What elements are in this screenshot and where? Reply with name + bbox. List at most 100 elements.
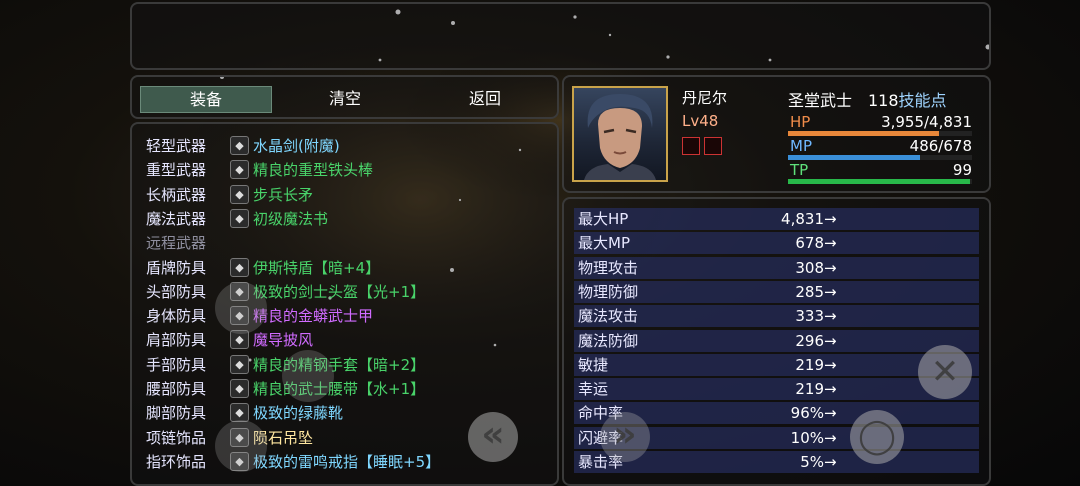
stat-value: 96% [790, 404, 824, 423]
mp-gauge-fill [788, 155, 920, 160]
equipment-item-name: 精良的武士腰带【水+1】 [253, 380, 426, 398]
hp-gauge-fill [788, 131, 939, 136]
equipment-item-name: 步兵长矛 [253, 185, 314, 204]
equipment-item-name: 水晶剑(附魔) [253, 137, 340, 155]
circle-icon: ◯ [857, 416, 897, 456]
tp-gauge: TP 99 [788, 161, 972, 184]
club-icon: ◆ [230, 160, 249, 180]
equipment-row[interactable]: 长柄武器 ◆ 步兵长矛 [146, 183, 556, 207]
stat-value: 285 [795, 282, 824, 301]
sword-icon: ◆ [230, 136, 249, 155]
page-right-button[interactable]: » [600, 412, 650, 462]
hp-label: HP [790, 113, 811, 131]
character-panel: 丹尼尔 Lv48 圣堂武士 118技能点 HP 3,955/4,831 MP 4… [562, 75, 991, 193]
stat-change-arrow: → [824, 355, 837, 374]
hp-gauge: HP 3,955/4,831 [788, 113, 972, 136]
stat-row: 物理防御 285 → [574, 280, 979, 303]
stat-value: 10% [790, 428, 824, 447]
stat-name: 最大HP [578, 210, 629, 228]
equipment-row[interactable]: 腰部防具 ◆ 精良的武士腰带【水+1】 [146, 377, 556, 401]
equipment-row[interactable]: 手部防具 ◆ 精良的精钢手套【暗+2】 [146, 353, 556, 377]
stat-value: 219 [795, 355, 824, 374]
dpad-up-button[interactable] [215, 282, 267, 334]
equipment-item-name: 伊斯特盾【暗+4】 [253, 258, 381, 277]
equipment-item-name: 精良的金蟒武士甲 [253, 307, 374, 326]
stat-name: 物理攻击 [578, 258, 639, 277]
stat-change-arrow: → [824, 258, 837, 277]
equipment-slot-label: 头部防具 [146, 282, 207, 301]
equipment-row[interactable]: 轻型武器 ◆ 水晶剑(附魔) [146, 134, 556, 158]
stat-value: 219 [795, 380, 824, 399]
stat-value: 333 [795, 307, 824, 326]
equipment-slot-label: 魔法武器 [146, 209, 207, 228]
equipment-slot-label: 腰部防具 [146, 380, 207, 398]
equipment-slot-label: 长柄武器 [146, 185, 207, 204]
status-effect-icon[interactable] [682, 137, 700, 155]
character-level: Lv48 [682, 112, 719, 130]
equipment-slot-label: 盾牌防具 [146, 258, 207, 277]
equipment-slot-label: 项链饰品 [146, 428, 207, 447]
double-chevron-left-icon: « [481, 414, 505, 455]
equipment-slot-label: 身体防具 [146, 307, 207, 326]
dpad-right-button[interactable] [282, 350, 334, 402]
skill-points: 118技能点 [868, 87, 947, 111]
shield-icon: ◆ [230, 257, 249, 277]
stat-change-arrow: → [824, 428, 837, 447]
equipment-row[interactable]: 魔法武器 ◆ 初级魔法书 [146, 207, 556, 231]
belt-icon: ◆ [230, 379, 249, 398]
equipment-row[interactable]: 盾牌防具 ◆ 伊斯特盾【暗+4】 [146, 256, 556, 280]
stat-value: 4,831 [781, 210, 824, 228]
spear-icon: ◆ [230, 184, 249, 204]
character-portrait[interactable] [572, 86, 668, 182]
back-button[interactable]: 返回 [420, 86, 550, 111]
equipment-row[interactable]: 远程武器 [146, 231, 556, 255]
stat-change-arrow: → [824, 380, 837, 399]
stat-change-arrow: → [824, 453, 837, 471]
stat-value: 296 [795, 331, 824, 350]
skill-points-value: 118 [868, 91, 899, 110]
stat-name: 敏捷 [578, 355, 609, 374]
equipment-item-name: 魔导披风 [253, 331, 314, 350]
stat-value: 678 [795, 234, 824, 253]
equipment-slot-label: 轻型武器 [146, 137, 207, 155]
stat-name: 魔法攻击 [578, 307, 639, 326]
equipment-item-name: 极致的剑士头盔【光+1】 [253, 282, 426, 301]
portrait-image [584, 94, 656, 180]
stat-row: 魔法攻击 333 → [574, 305, 979, 328]
equipment-row[interactable]: 肩部防具 ◆ 魔导披风 [146, 328, 556, 352]
mp-value: 486/678 [909, 137, 972, 155]
stat-name: 最大MP [578, 234, 630, 253]
equipment-row[interactable]: 头部防具 ◆ 极致的剑士头盔【光+1】 [146, 280, 556, 304]
equipment-slot-label: 指环饰品 [146, 452, 207, 471]
status-effect-icon[interactable] [704, 137, 722, 155]
character-name: 丹尼尔 [682, 89, 728, 107]
tp-gauge-fill [788, 179, 971, 184]
stat-row: 最大HP 4,831 → [574, 208, 979, 230]
equipment-row[interactable]: 重型武器 ◆ 精良的重型铁头棒 [146, 158, 556, 182]
equipment-slot-label: 脚部防具 [146, 404, 207, 423]
character-class: 圣堂武士 [788, 91, 853, 110]
stat-change-arrow: → [824, 307, 837, 326]
equipment-slot-label: 重型武器 [146, 161, 207, 180]
gauntlet-icon: ◆ [230, 354, 249, 374]
close-icon: ✕ [930, 352, 960, 392]
confirm-button[interactable]: ◯ [850, 410, 904, 464]
stat-change-arrow: → [824, 331, 837, 350]
tab-equip[interactable]: 装备 [140, 86, 272, 113]
mp-gauge: MP 486/678 [788, 137, 972, 160]
stat-name: 物理防御 [578, 282, 639, 301]
equipment-slot-label: 手部防具 [146, 355, 207, 374]
stat-row: 物理攻击 308 → [574, 256, 979, 279]
equipment-item-name: 精良的重型铁头棒 [253, 161, 374, 180]
equipment-item-name: 极致的绿藤靴 [253, 404, 344, 423]
stat-change-arrow: → [824, 234, 837, 253]
page-left-button[interactable]: « [468, 412, 518, 462]
clear-button[interactable]: 清空 [280, 86, 410, 111]
equipment-row[interactable]: 身体防具 ◆ 精良的金蟒武士甲 [146, 304, 556, 328]
spellbook-icon: ◆ [230, 208, 249, 228]
double-chevron-right-icon: » [613, 414, 637, 455]
stat-value: 308 [795, 258, 824, 277]
cancel-button[interactable]: ✕ [918, 345, 972, 399]
dpad-down-button[interactable] [215, 420, 267, 472]
stat-row: 最大MP 678 → [574, 232, 979, 255]
